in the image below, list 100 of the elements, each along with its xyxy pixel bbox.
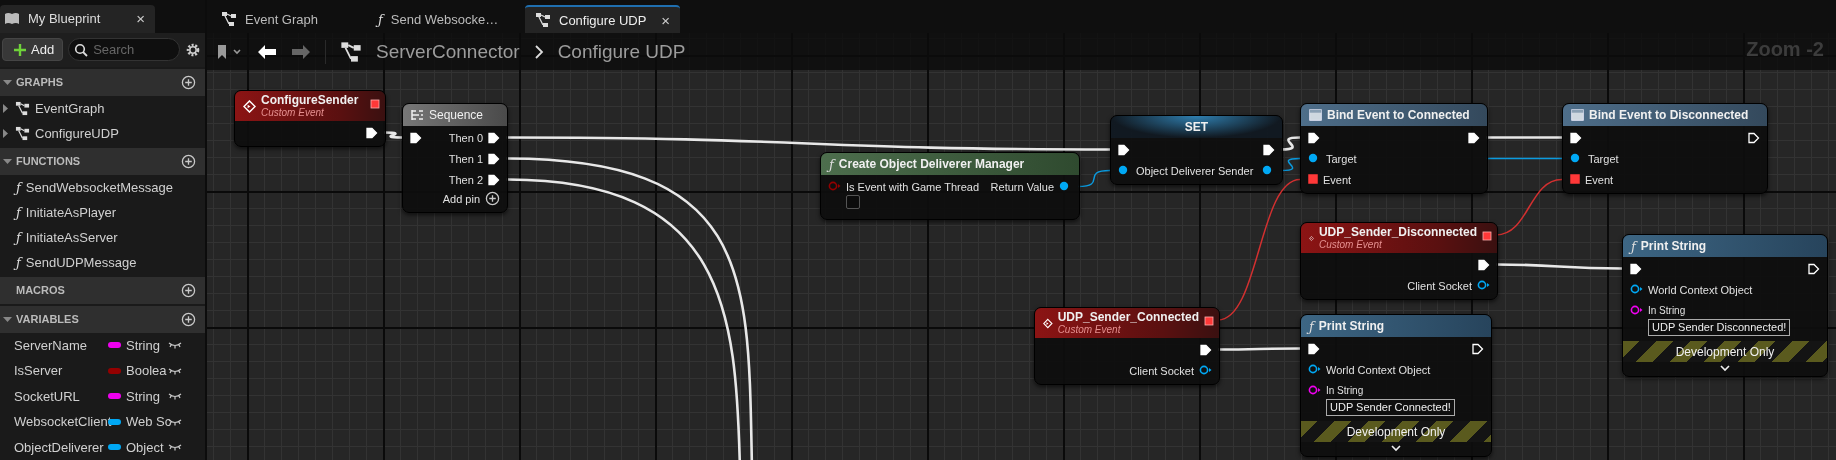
exec-pin[interactable] xyxy=(410,132,422,144)
data-pin[interactable] xyxy=(1630,305,1643,315)
node-title: Bind Event to Connected xyxy=(1327,108,1470,122)
closed-eye-icon[interactable] xyxy=(168,443,182,452)
variable-item[interactable]: IsServer Boolea xyxy=(0,358,205,384)
graph-node[interactable]: UDP_Sender_Disconnected Custom Event Client Socket xyxy=(1300,222,1498,300)
data-pin[interactable] xyxy=(1308,364,1321,374)
section-header[interactable]: FUNCTIONS xyxy=(0,147,205,175)
pin-label: Target xyxy=(1326,153,1357,165)
exec-pin[interactable] xyxy=(366,127,378,139)
add-icon[interactable] xyxy=(181,74,196,90)
add-button[interactable]: Add xyxy=(2,38,64,62)
graph-node[interactable]: UDP_Sender_Connected Custom Event Client Socket xyxy=(1034,307,1220,385)
data-pin[interactable] xyxy=(1477,280,1490,290)
add-icon[interactable] xyxy=(181,282,196,298)
exec-pin[interactable] xyxy=(488,132,500,144)
exec-pin[interactable] xyxy=(1263,144,1275,156)
string-field[interactable]: UDP Sender Connected! xyxy=(1326,399,1455,416)
triangle-icon[interactable] xyxy=(3,156,12,166)
development-only-banner: Development Only xyxy=(1623,341,1827,362)
add-icon[interactable] xyxy=(181,311,196,327)
back-arrow-icon[interactable] xyxy=(257,43,277,60)
close-icon[interactable]: × xyxy=(661,11,670,29)
graph-node[interactable]: ƒ Print String World Context Object In String UDP Sender Disconnected! Development Only xyxy=(1622,234,1828,377)
graph-node[interactable]: ƒ Print String World Context Object In String UDP Sender Connected! Development Only xyxy=(1300,314,1492,457)
node-title: Print String xyxy=(1318,319,1385,333)
graph-node[interactable]: ConfigureSender Custom Event xyxy=(234,90,386,147)
function-item[interactable]: ƒ SendWebsocketMessage xyxy=(0,174,205,200)
closed-eye-icon[interactable] xyxy=(168,366,182,375)
graph-tab[interactable]: Configure UDP × xyxy=(525,5,680,33)
data-pin[interactable] xyxy=(1199,365,1212,375)
node-title: Print String xyxy=(1640,239,1707,253)
bookmark-icon[interactable] xyxy=(217,43,243,60)
forward-arrow-icon[interactable] xyxy=(291,43,311,60)
add-icon[interactable] xyxy=(181,153,196,169)
pin-label: Object Deliverer Sender xyxy=(1136,165,1254,177)
graph-icon xyxy=(535,12,551,28)
breadcrumb-link[interactable]: ServerConnector xyxy=(376,40,520,63)
data-pin[interactable] xyxy=(1308,385,1321,395)
pin-label: Is Event with Game Thread xyxy=(846,181,980,193)
delegate-pin[interactable] xyxy=(1204,316,1214,326)
variable-item[interactable]: ServerName String xyxy=(0,332,205,359)
chevron-down-icon[interactable] xyxy=(1391,444,1401,452)
graph-node[interactable]: Bind Event to Disconnected Target Event xyxy=(1562,103,1768,194)
chevron-down-icon[interactable] xyxy=(1720,364,1730,372)
settings-icon[interactable] xyxy=(185,41,201,58)
window-icon xyxy=(1309,109,1322,121)
string-field[interactable]: UDP Sender Disconnected! xyxy=(1648,319,1791,336)
section-header[interactable]: GRAPHS xyxy=(0,68,205,96)
exec-pin[interactable] xyxy=(1308,343,1320,355)
function-item[interactable]: ƒ InitiateAsPlayer xyxy=(0,199,205,225)
graph-node[interactable]: Bind Event to Connected Target Event xyxy=(1300,103,1488,194)
exec-pin[interactable] xyxy=(488,153,500,165)
exec-pin[interactable] xyxy=(1570,132,1582,144)
node-title: ConfigureSender xyxy=(261,93,359,108)
graph-tab[interactable]: Event Graph xyxy=(211,5,366,33)
function-item[interactable]: ƒ SendUDPMessage xyxy=(0,249,205,275)
variable-item[interactable]: WebsocketClient Web Sc xyxy=(0,409,205,435)
graph-node[interactable]: SET Object Deliverer Sender xyxy=(1110,115,1283,185)
triangle-icon[interactable] xyxy=(2,103,10,113)
delegate-pin[interactable] xyxy=(370,99,380,109)
section-header[interactable]: VARIABLES xyxy=(0,305,205,333)
development-only-banner: Development Only xyxy=(1301,421,1491,442)
section-title: GRAPHS xyxy=(16,76,64,89)
closed-eye-icon[interactable] xyxy=(168,341,182,350)
exec-pin[interactable] xyxy=(1748,132,1760,144)
exec-pin[interactable] xyxy=(1630,263,1642,275)
add-pin-button[interactable]: Add pin xyxy=(442,191,500,206)
node-title: SET xyxy=(1184,120,1209,134)
graph-node[interactable]: ƒ Create Object Deliverer Manager Is Event with Game Thread Return Value xyxy=(820,152,1080,220)
exec-pin[interactable] xyxy=(1468,132,1480,144)
exec-pin[interactable] xyxy=(1200,344,1212,356)
variable-item[interactable]: SocketURL String xyxy=(0,383,205,410)
delegate-pin[interactable] xyxy=(1482,231,1492,241)
exec-pin[interactable] xyxy=(1472,343,1484,355)
chevron-right-icon xyxy=(533,43,544,60)
exec-pin[interactable] xyxy=(1478,259,1490,271)
triangle-icon[interactable] xyxy=(3,77,12,87)
checkbox[interactable] xyxy=(846,195,860,209)
exec-pin[interactable] xyxy=(1808,263,1820,275)
section-header[interactable]: MACROS xyxy=(0,276,205,304)
triangle-icon[interactable] xyxy=(2,128,10,138)
pin-label: Target xyxy=(1588,153,1619,165)
function-item[interactable]: ƒ InitiateAsServer xyxy=(0,224,205,250)
close-icon[interactable]: × xyxy=(136,10,145,28)
graph-node[interactable]: Sequence Then 0 Then 1 Then 2 Add pin xyxy=(402,103,508,213)
variable-item[interactable]: ObjectDeliverer Object xyxy=(0,434,205,460)
exec-pin[interactable] xyxy=(1308,132,1320,144)
add-icon[interactable] xyxy=(485,191,500,206)
search-field[interactable]: Search xyxy=(68,38,180,62)
triangle-icon[interactable] xyxy=(3,314,12,324)
exec-pin[interactable] xyxy=(1118,144,1130,156)
panel-tab[interactable]: My Blueprint × xyxy=(0,4,155,33)
closed-eye-icon[interactable] xyxy=(168,392,182,401)
exec-pin[interactable] xyxy=(488,174,500,186)
breadcrumb-link[interactable]: Configure UDP xyxy=(557,40,686,63)
graph-item[interactable]: EventGraph xyxy=(0,95,205,121)
graph-item[interactable]: ConfigureUDP xyxy=(0,120,205,146)
graph-tab[interactable]: ƒ Send Websocke… xyxy=(368,5,523,33)
data-pin[interactable] xyxy=(1630,284,1643,294)
